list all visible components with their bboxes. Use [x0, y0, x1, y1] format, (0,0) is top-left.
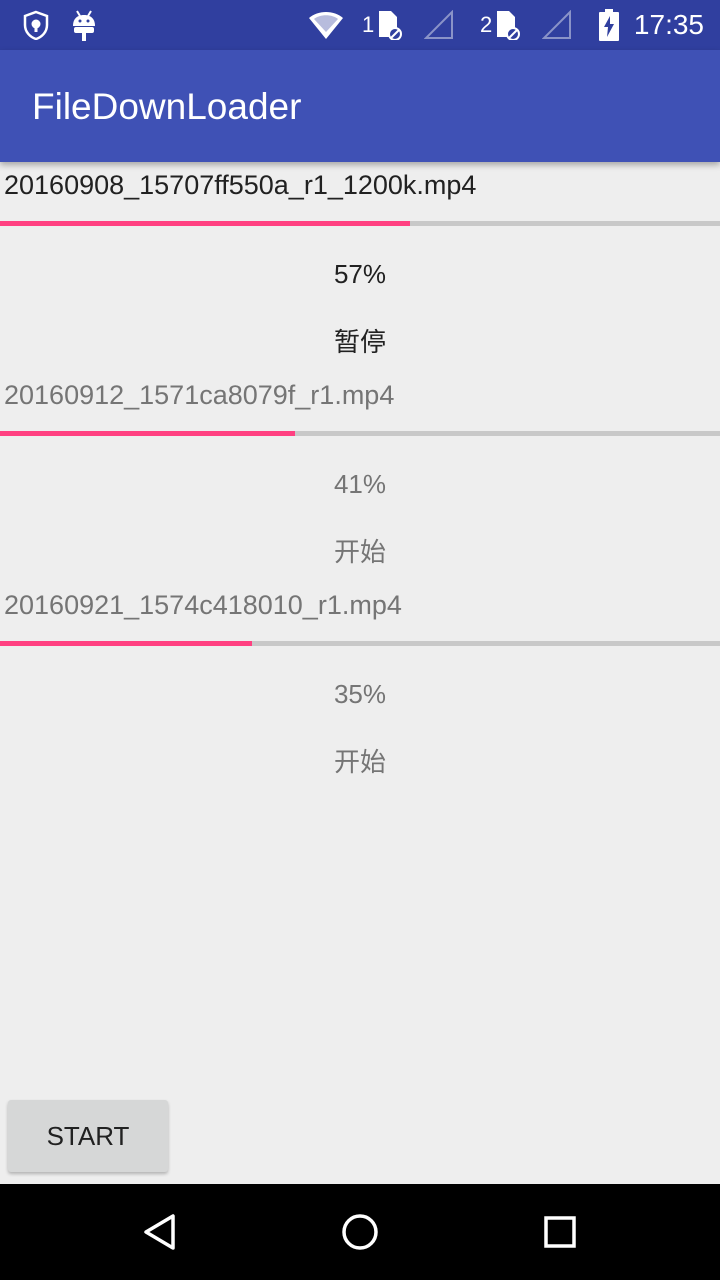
android-icon — [70, 0, 98, 50]
progress-fill — [0, 431, 296, 436]
download-item-3: 20160921_1574c418010_r1.mp4 35% 开始 — [0, 582, 720, 792]
file-name: 20160912_1571ca8079f_r1.mp4 — [4, 380, 395, 410]
download-list[interactable]: 20160908_15707ff550a_r1_1200k.mp4 57% 暂停… — [0, 162, 720, 792]
progress-fill — [0, 221, 411, 226]
signal1-icon — [424, 0, 454, 50]
progress-percent: 57% — [333, 259, 387, 289]
progress-bar — [0, 221, 720, 226]
status-time: 17:35 — [633, 9, 704, 40]
progress-bar — [0, 641, 720, 646]
start-download-button[interactable]: 开始 — [0, 532, 720, 569]
home-icon[interactable] — [312, 1184, 408, 1280]
shield-icon — [22, 0, 50, 50]
sim2-label: 2 — [480, 12, 493, 37]
download-item-2: 20160912_1571ca8079f_r1.mp4 41% 开始 — [0, 372, 720, 582]
sim1-icon: 1 — [362, 0, 403, 50]
battery-charging-icon — [598, 0, 620, 50]
file-name: 20160908_15707ff550a_r1_1200k.mp4 — [4, 170, 477, 200]
start-download-button[interactable]: 开始 — [0, 742, 720, 779]
nav-bar — [0, 1184, 720, 1280]
signal2-icon — [542, 0, 572, 50]
pause-button[interactable]: 暂停 — [0, 322, 720, 359]
progress-percent: 41% — [333, 469, 387, 499]
file-name: 20160921_1574c418010_r1.mp4 — [4, 590, 402, 620]
progress-percent: 35% — [333, 679, 387, 709]
sim2-icon: 2 — [480, 0, 521, 50]
back-icon[interactable] — [112, 1184, 208, 1280]
start-button[interactable]: START — [8, 1100, 168, 1172]
wifi-icon — [308, 0, 344, 50]
sim1-label: 1 — [362, 12, 375, 37]
progress-fill — [0, 641, 252, 646]
app-title: FileDownLoader — [32, 86, 302, 127]
download-item-1: 20160908_15707ff550a_r1_1200k.mp4 57% 暂停 — [0, 162, 720, 372]
recents-icon[interactable] — [512, 1184, 608, 1280]
status-bar: 1 2 17:35 — [0, 0, 720, 50]
app-bar: FileDownLoader — [0, 50, 720, 162]
progress-bar — [0, 431, 720, 436]
